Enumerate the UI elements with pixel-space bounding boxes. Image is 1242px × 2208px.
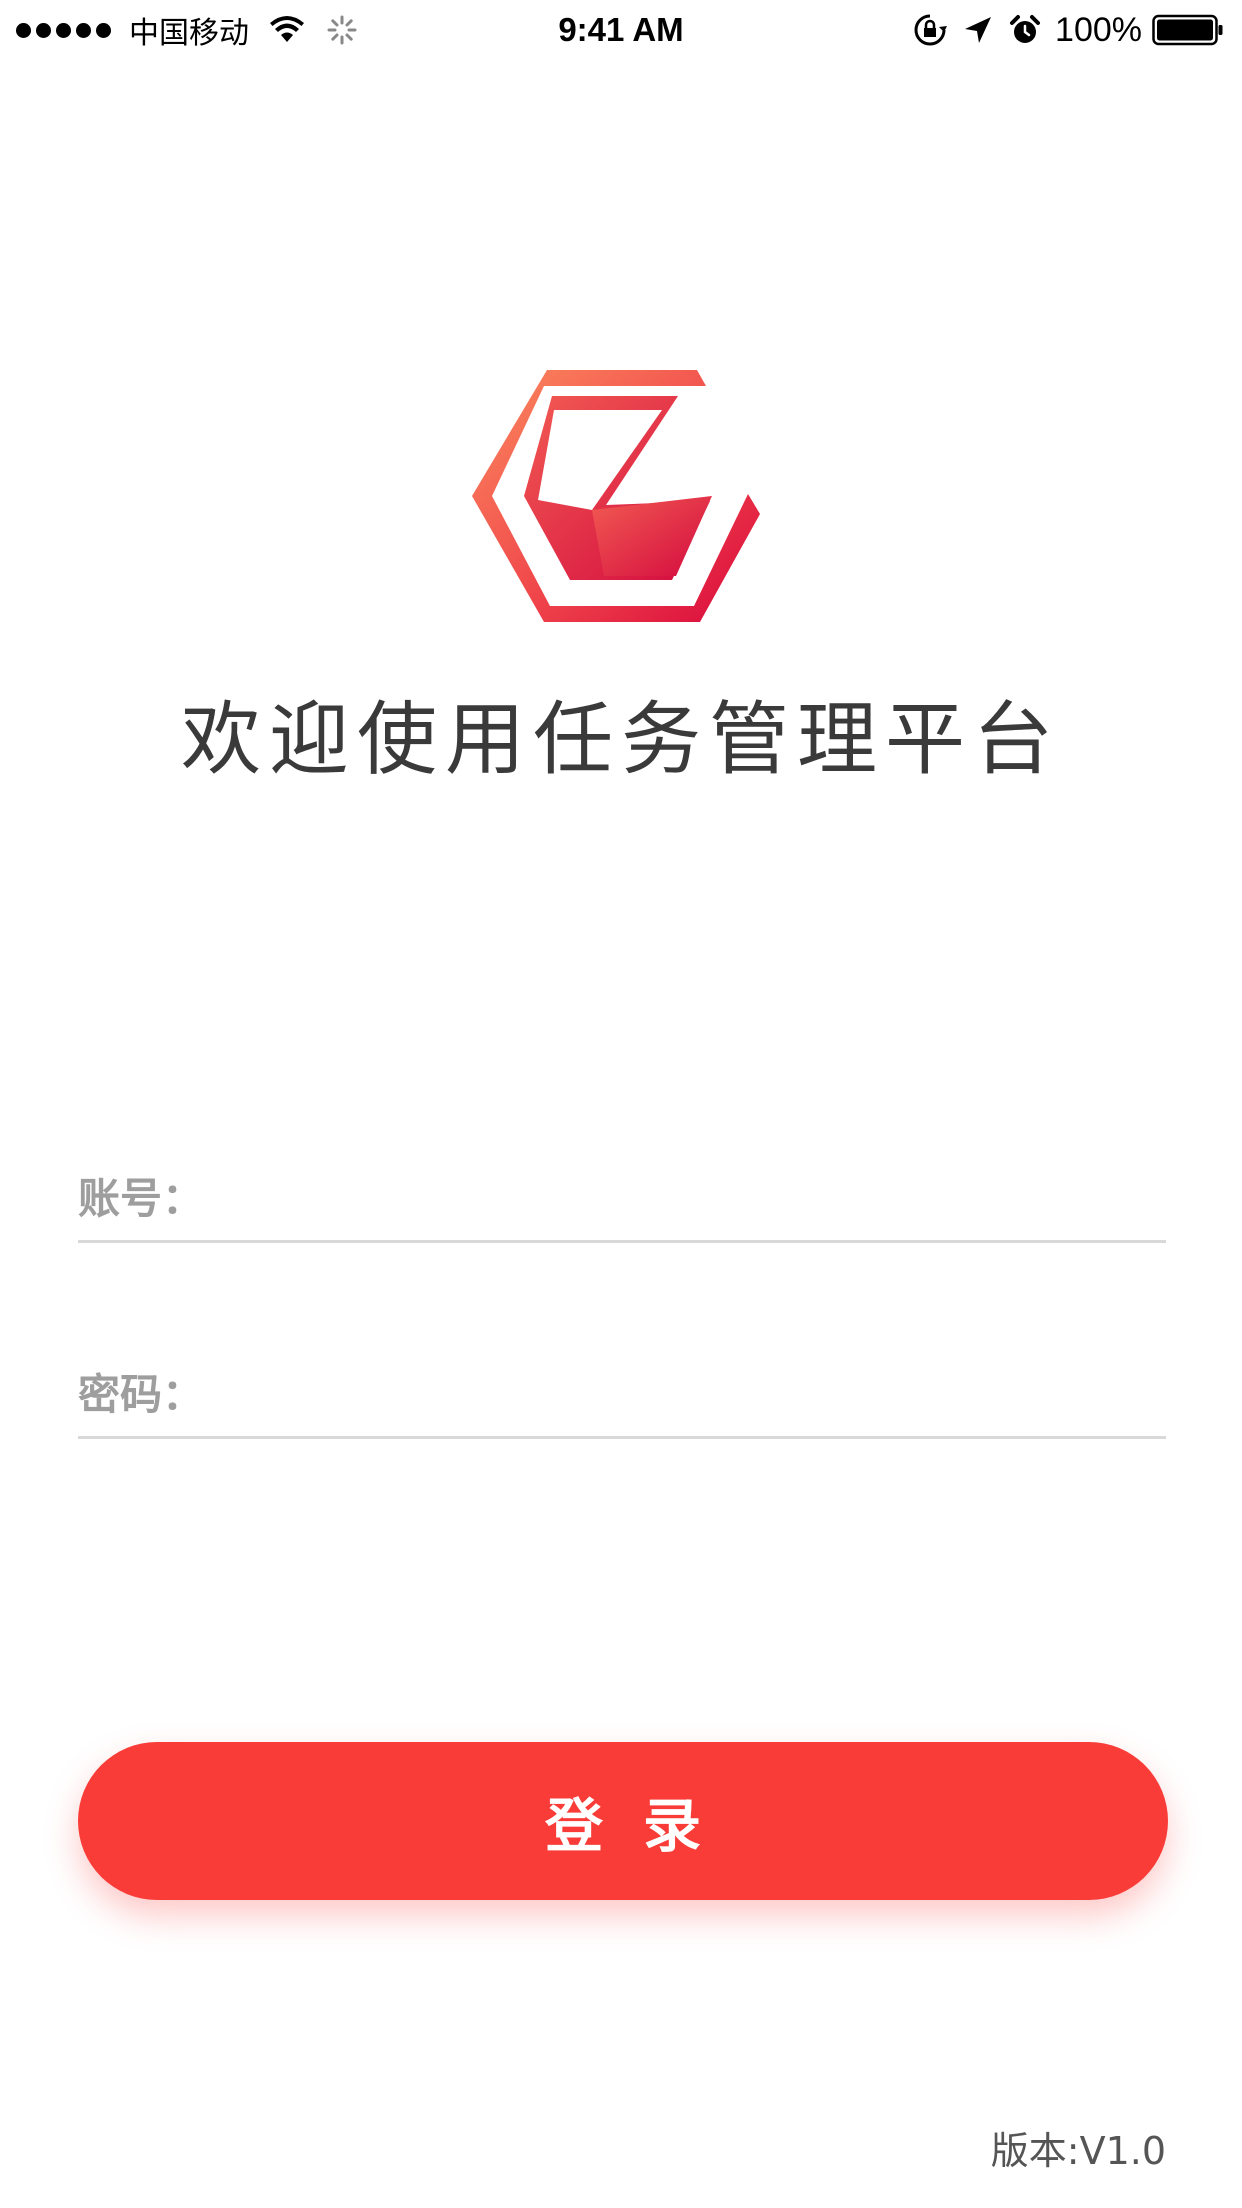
welcome-title: 欢迎使用任务管理平台: [181, 693, 1061, 786]
password-field: 密码：: [78, 1346, 1166, 1439]
account-label: 账号：: [78, 1173, 205, 1223]
version-label: 版本:V1.0: [990, 2129, 1166, 2173]
account-input[interactable]: [214, 1154, 1166, 1236]
password-label: 密码：: [78, 1369, 205, 1419]
login-button[interactable]: 登录: [78, 1742, 1168, 1900]
battery-percentage: 100%: [1055, 10, 1142, 49]
account-field: 账号：: [78, 1150, 1166, 1243]
location-arrow-icon: [965, 17, 992, 43]
status-bar: 中国移动 9:41 AM 100%: [0, 0, 1242, 60]
password-input[interactable]: [214, 1350, 1166, 1432]
status-bar-right: 100%: [913, 10, 1224, 50]
rotation-lock-icon: [914, 14, 948, 46]
hexagon-check-logo-icon: [472, 370, 760, 622]
battery-icon: [1152, 14, 1223, 46]
alarm-clock-icon: [1010, 15, 1041, 43]
